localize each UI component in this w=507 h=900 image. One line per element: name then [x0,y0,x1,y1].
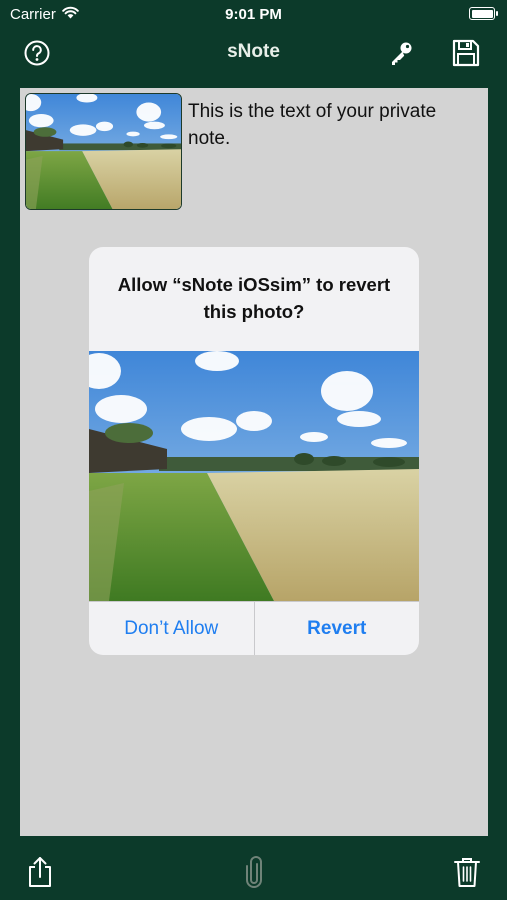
revert-photo-alert: Allow “sNote iOSsim” to revert this phot… [89,247,419,655]
status-bar: Carrier 9:01 PM [0,0,507,30]
alert-title: Allow “sNote iOSsim” to revert this phot… [117,274,391,322]
alert-buttons: Don’t Allow Revert [89,601,419,655]
trash-icon[interactable] [450,854,484,890]
bottom-toolbar [0,840,507,900]
share-icon[interactable] [23,854,57,890]
dont-allow-button[interactable]: Don’t Allow [89,602,254,655]
battery-level [471,9,493,18]
paperclip-icon[interactable] [237,854,271,890]
note-text[interactable]: This is the text of your private note. [188,98,483,152]
save-icon[interactable] [450,37,482,69]
alert-photo-image [89,351,419,601]
navigation-bar: sNote [0,30,507,76]
status-time: 9:01 PM [225,6,282,23]
alert-photo [89,351,419,601]
nav-title: sNote [227,41,280,62]
battery-icon [469,7,498,20]
key-icon[interactable] [385,37,417,69]
thumbnail-image [26,94,181,209]
photo-thumbnail[interactable] [25,93,182,210]
revert-button[interactable]: Revert [253,602,420,655]
